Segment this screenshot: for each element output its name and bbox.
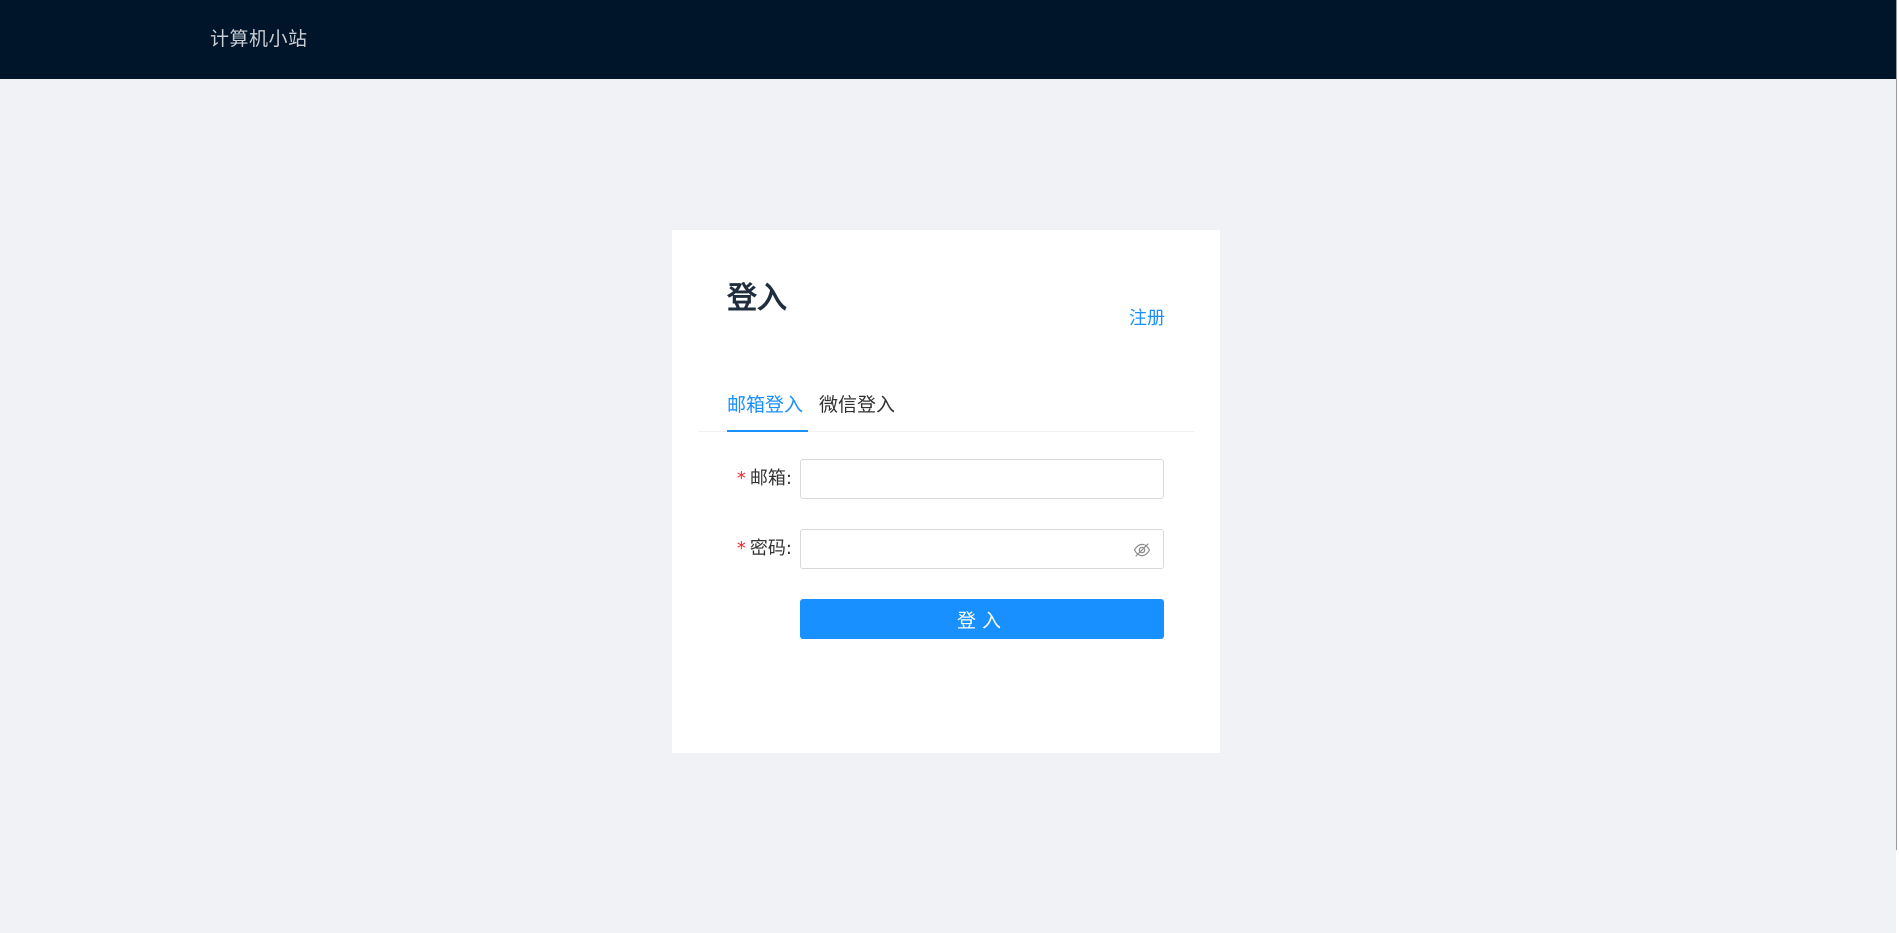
password-label-text: 密码: [749, 538, 792, 559]
login-title: 登入 [727, 281, 787, 316]
email-form-row: * 邮箱: [672, 459, 1220, 499]
active-tab-indicator [727, 430, 808, 432]
eye-hidden-icon[interactable] [1133, 541, 1151, 559]
required-mark: * [736, 468, 746, 489]
submit-form-row: 登入 [672, 599, 1220, 639]
login-card: 登入 注册 邮箱登入 微信登入 * 邮箱: * 密码: 登入 [672, 230, 1220, 753]
login-method-tabs: 邮箱登入 微信登入 [698, 380, 1194, 432]
password-input[interactable] [801, 530, 1163, 568]
register-link[interactable]: 注册 [1129, 307, 1165, 331]
email-input-box [800, 459, 1164, 499]
required-mark: * [736, 538, 746, 559]
email-input[interactable] [801, 460, 1163, 498]
email-label-text: 邮箱: [749, 468, 792, 489]
scrollbar-track [1896, 0, 1897, 850]
tab-wechat-login[interactable]: 微信登入 [819, 392, 895, 418]
password-form-row: * 密码: [672, 529, 1220, 569]
email-label: * 邮箱: [737, 467, 792, 491]
site-brand[interactable]: 计算机小站 [210, 26, 308, 52]
top-nav-bar: 计算机小站 [0, 0, 1896, 79]
password-input-box [800, 529, 1164, 569]
tab-email-login[interactable]: 邮箱登入 [727, 392, 803, 418]
login-submit-button[interactable]: 登入 [800, 599, 1164, 639]
password-label: * 密码: [737, 537, 792, 561]
